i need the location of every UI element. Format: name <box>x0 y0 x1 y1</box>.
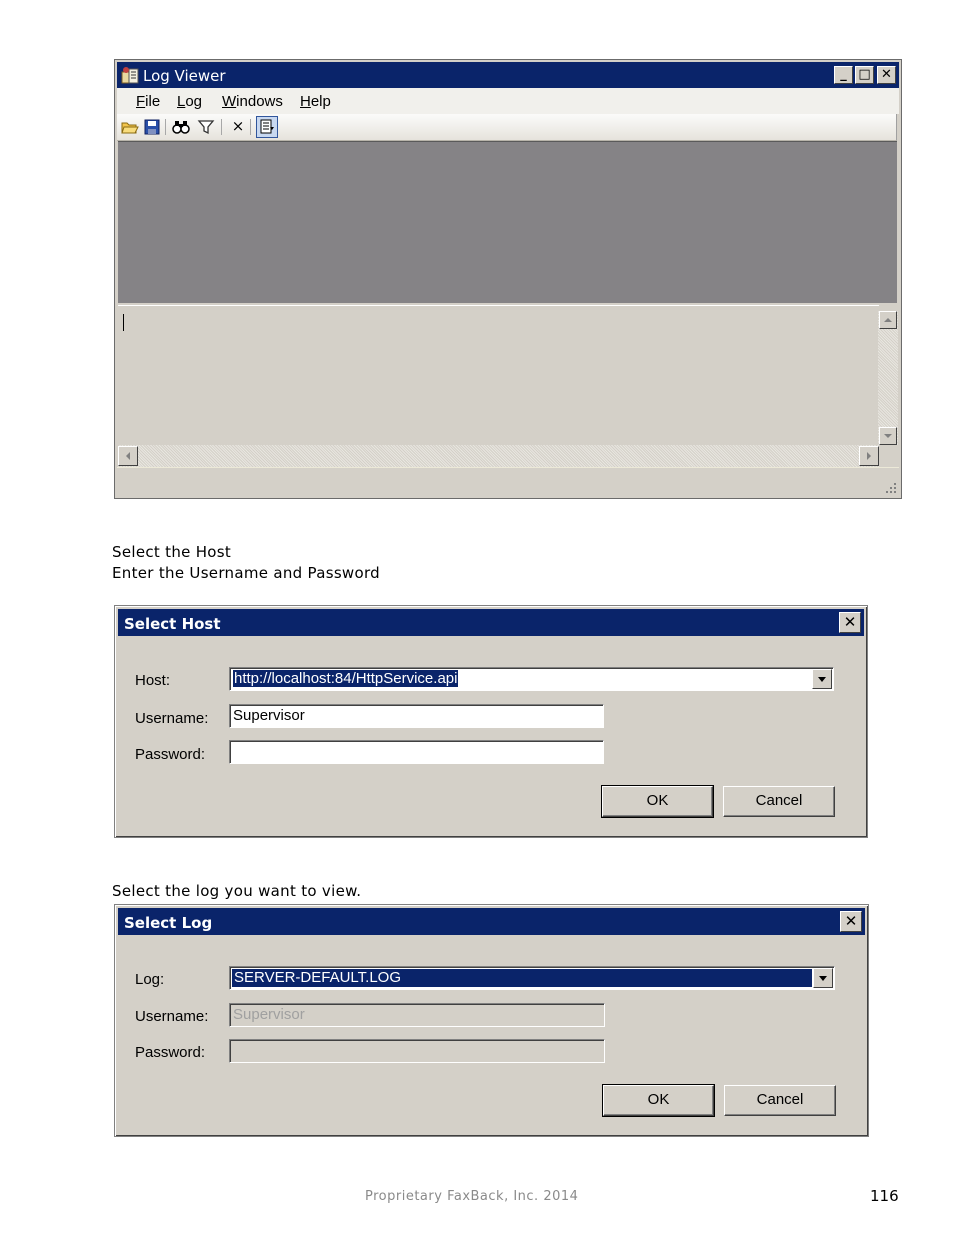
username-field-disabled: Supervisor <box>229 1003 605 1027</box>
arrow-up-icon <box>884 318 892 322</box>
filter-icon[interactable] <box>197 118 215 136</box>
log-viewer-app-icon <box>121 67 139 84</box>
menu-help-access-key: H <box>300 93 311 110</box>
username-label: Username: <box>135 1008 209 1025</box>
menu-windows-label: indows <box>236 93 283 110</box>
menu-help-label: elp <box>310 93 331 110</box>
toolbar: × <box>117 114 897 141</box>
open-folder-icon[interactable] <box>121 118 139 136</box>
horizontal-scrollbar[interactable] <box>118 445 879 467</box>
clear-icon[interactable]: × <box>229 117 247 135</box>
scroll-right-button[interactable] <box>859 446 879 466</box>
select-log-dialog: Select Log ✕ Log: SERVER-DEFAULT.LOG Use… <box>114 904 869 1137</box>
ok-button[interactable]: OK <box>602 1084 715 1117</box>
log-viewer-title: Log Viewer <box>143 67 226 85</box>
log-viewer-window: Log Viewer _ □ ✕ File Log Windows Help × <box>114 59 902 499</box>
maximize-button[interactable]: □ <box>855 66 874 84</box>
save-icon[interactable] <box>143 118 161 136</box>
menu-windows[interactable]: Windows <box>222 93 283 110</box>
close-button[interactable]: ✕ <box>877 66 896 84</box>
menu-file[interactable]: File <box>136 93 160 110</box>
host-dropdown-button[interactable] <box>812 669 832 689</box>
arrow-right-icon <box>867 452 871 460</box>
log-dropdown-button[interactable] <box>813 968 833 988</box>
arrow-left-icon <box>126 452 130 460</box>
cancel-button[interactable]: Cancel <box>724 1085 836 1116</box>
password-label: Password: <box>135 746 206 763</box>
connect-icon[interactable] <box>256 116 278 138</box>
caption-select-host: Select the Host <box>112 543 232 561</box>
menu-file-label: ile <box>145 93 161 110</box>
ok-button[interactable]: OK <box>601 785 714 818</box>
select-log-title: Select Log <box>124 914 213 932</box>
log-viewer-title-bar[interactable]: Log Viewer _ □ ✕ <box>117 62 899 88</box>
footer-text: Proprietary FaxBack, Inc. 2014 <box>365 1189 579 1204</box>
menu-help[interactable]: Help <box>300 93 331 110</box>
toolbar-separator <box>250 119 251 135</box>
log-detail-text-area[interactable] <box>118 305 879 446</box>
arrow-down-icon <box>884 434 892 438</box>
toolbar-separator <box>165 119 166 135</box>
resize-grip-icon[interactable] <box>885 482 897 494</box>
find-icon[interactable] <box>172 118 190 136</box>
caption-enter-credentials: Enter the Username and Password <box>112 564 380 582</box>
caption-select-log: Select the log you want to view. <box>112 882 362 900</box>
scroll-down-button[interactable] <box>879 427 897 445</box>
select-host-dialog: Select Host ✕ Host: http://localhost:84/… <box>114 605 868 838</box>
password-label: Password: <box>135 1044 206 1061</box>
host-value: http://localhost:84/HttpService.api <box>233 670 459 687</box>
select-host-title-bar[interactable]: Select Host ✕ <box>118 609 864 636</box>
menu-windows-access-key: W <box>222 93 237 110</box>
log-value: SERVER-DEFAULT.LOG <box>232 969 812 987</box>
log-list-area[interactable] <box>118 141 897 303</box>
status-bar <box>117 467 899 496</box>
select-log-close-button[interactable]: ✕ <box>840 911 862 932</box>
username-label: Username: <box>135 710 209 727</box>
username-field[interactable]: Supervisor <box>229 704 604 728</box>
password-field-disabled <box>229 1039 605 1063</box>
host-combobox[interactable]: http://localhost:84/HttpService.api <box>229 667 834 691</box>
menu-log-label: og <box>185 93 203 110</box>
scroll-up-button[interactable] <box>879 311 897 329</box>
toolbar-separator <box>221 119 222 135</box>
password-field[interactable] <box>229 740 604 764</box>
cancel-button[interactable]: Cancel <box>723 786 835 817</box>
menu-bar: File Log Windows Help <box>117 88 899 114</box>
select-log-title-bar[interactable]: Select Log ✕ <box>118 908 865 935</box>
select-host-title: Select Host <box>124 615 221 633</box>
log-combobox[interactable]: SERVER-DEFAULT.LOG <box>229 966 835 990</box>
vertical-scrollbar[interactable] <box>878 311 898 445</box>
text-caret <box>123 314 124 331</box>
scroll-left-button[interactable] <box>118 446 138 466</box>
log-label: Log: <box>135 971 165 988</box>
host-label: Host: <box>135 672 171 689</box>
minimize-button[interactable]: _ <box>834 66 853 84</box>
select-host-close-button[interactable]: ✕ <box>839 612 861 633</box>
page-number: 116 <box>870 1187 899 1205</box>
menu-log[interactable]: Log <box>177 93 202 110</box>
menu-file-access-key: F <box>136 93 146 110</box>
